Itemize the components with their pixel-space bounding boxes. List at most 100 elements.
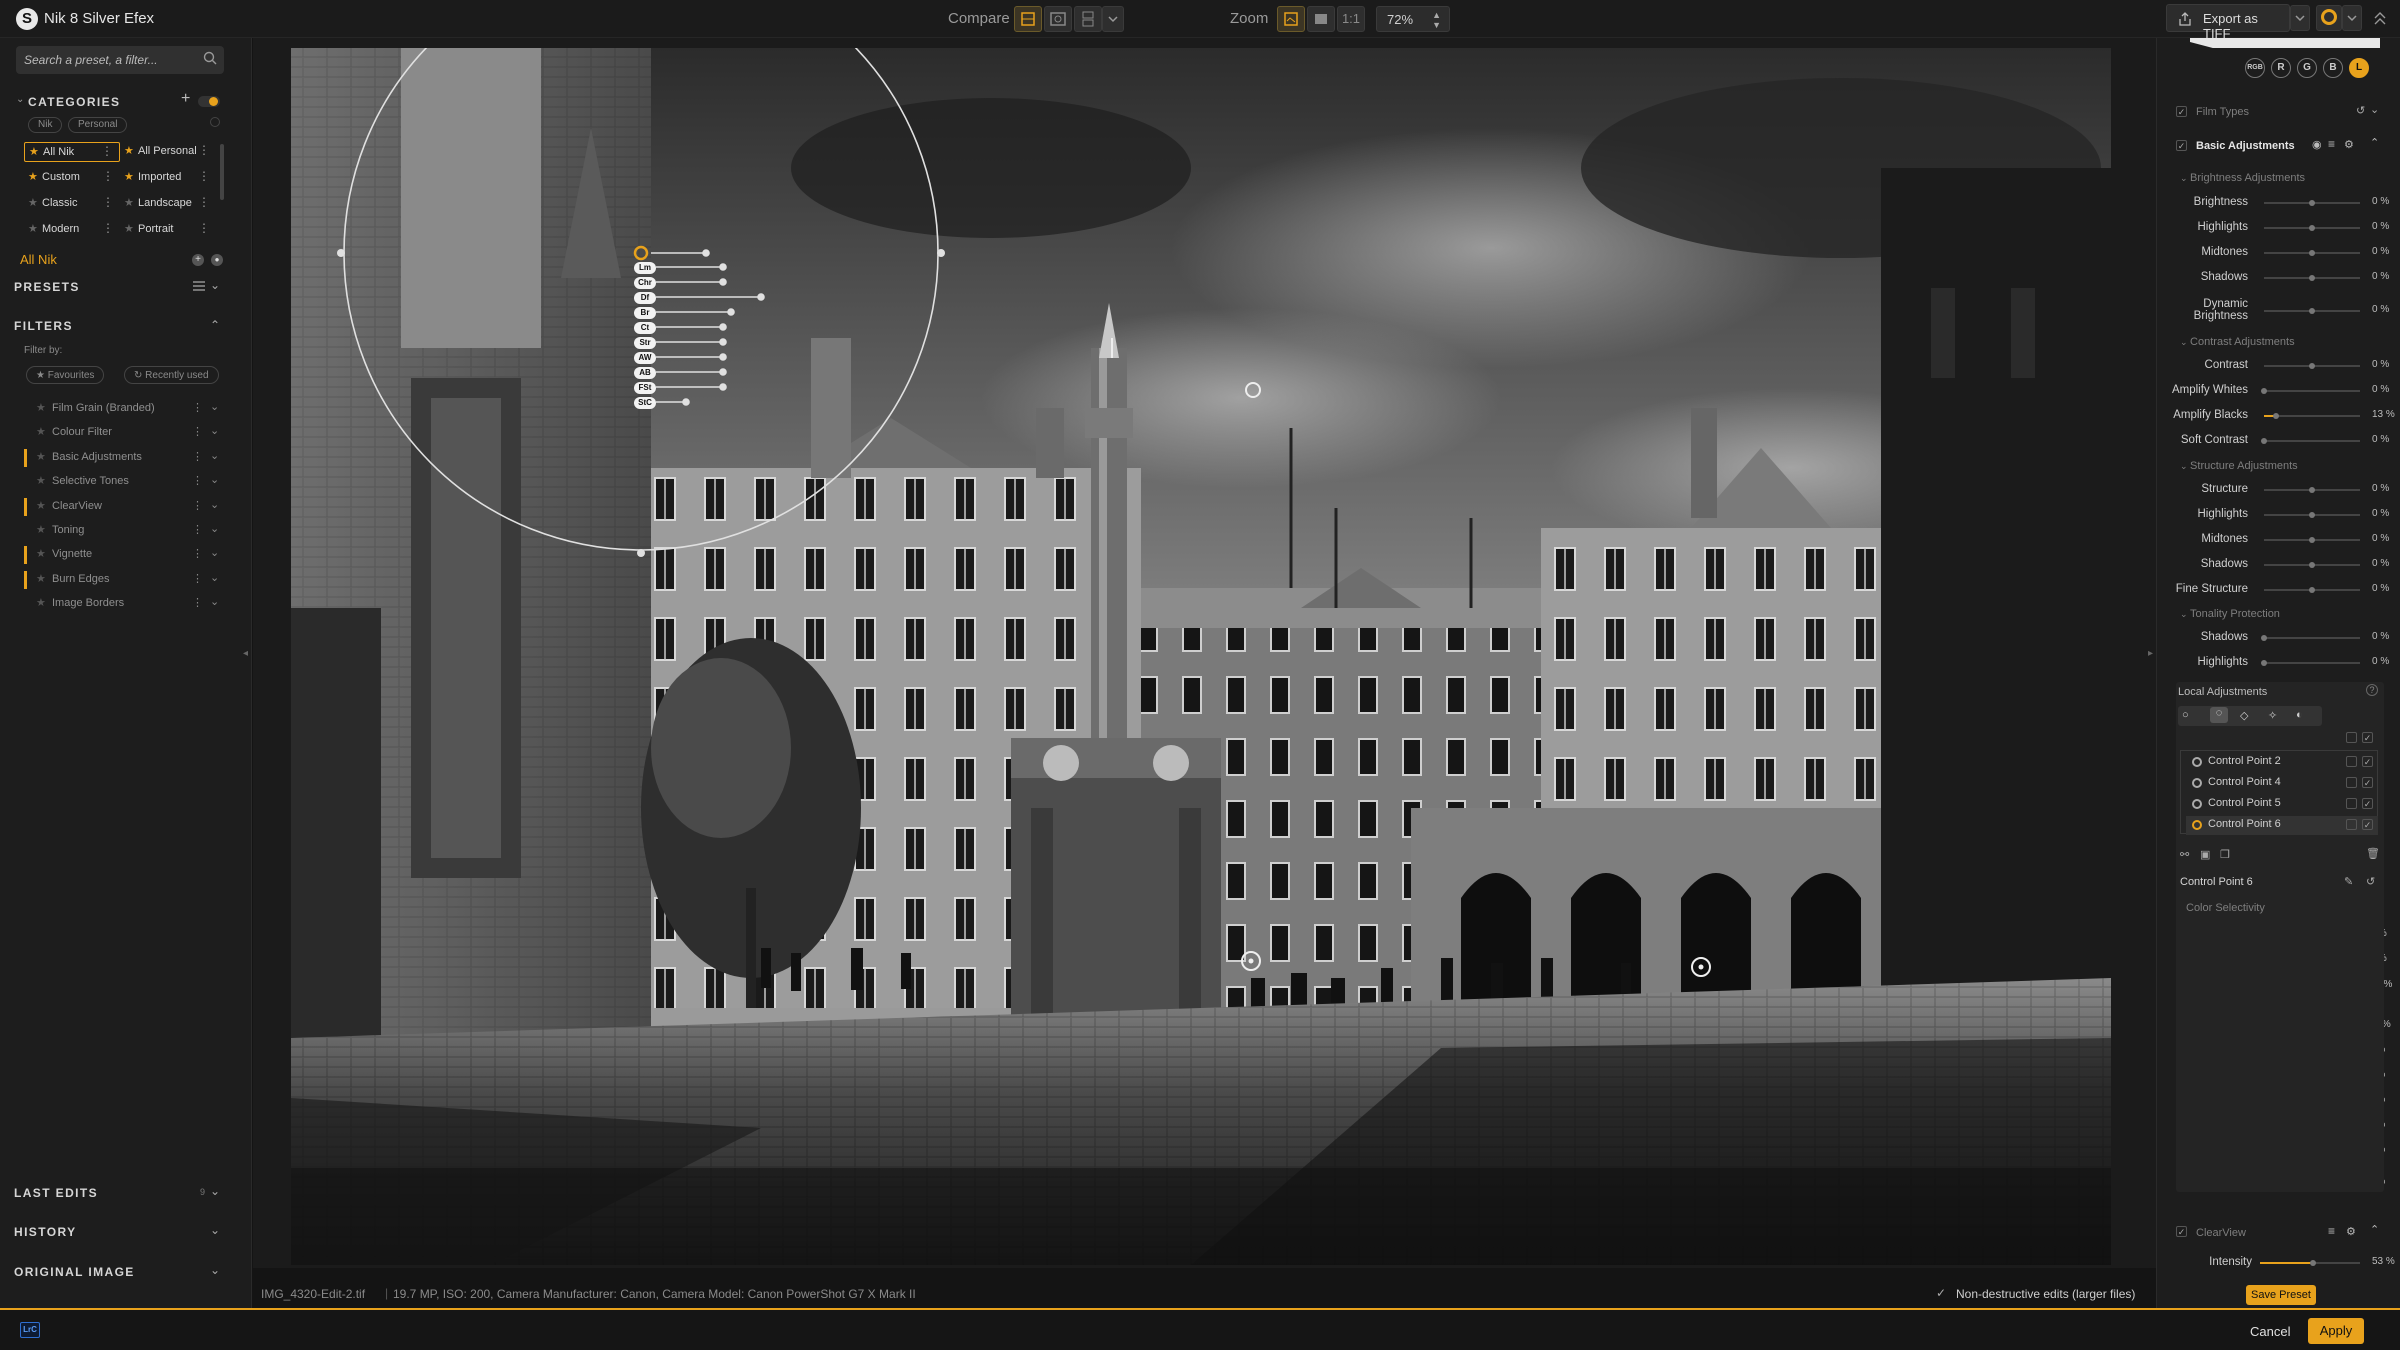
slider-handle[interactable] [2261,438,2267,444]
slider-track[interactable] [2264,440,2360,442]
more-icon[interactable]: ⋮ [192,596,203,609]
filter-item[interactable]: ★ Burn Edges ⋮ ⌄ [24,569,226,591]
slider-handle[interactable] [2309,487,2315,493]
filter-item[interactable]: ★ Basic Adjustments ⋮ ⌄ [24,447,226,469]
more-icon[interactable]: ⋮ [102,169,114,183]
more-icon[interactable]: ⋮ [192,474,203,487]
save-preset-button[interactable]: Save Preset [2246,1285,2316,1305]
chevron-down-icon[interactable]: ⌄ [210,595,219,608]
star-icon[interactable]: ★ [36,572,46,585]
filter-item[interactable]: ★ ClearView ⋮ ⌄ [24,496,226,518]
star-icon[interactable]: ★ [36,596,46,609]
slider-track[interactable] [2264,637,2360,639]
non-destructive-checkbox-label[interactable]: Non-destructive edits (larger files) [1956,1287,2135,1301]
filter-item[interactable]: ★ Image Borders ⋮ ⌄ [26,593,226,615]
collapse-panel-button[interactable] [2372,8,2388,28]
import-preset-icon[interactable]: ● [211,254,223,266]
compare-side-by-side-button[interactable] [1074,6,1102,32]
link-icon[interactable]: ⚯ [2180,848,2189,861]
photo-preview[interactable] [291,48,2111,1265]
favourites-filter-pill[interactable]: ★ Favourites [26,366,105,384]
category-custom[interactable]: ★ Custom ⋮ [24,168,120,188]
channel-g-button[interactable]: G [2297,58,2317,78]
category-all-nik[interactable]: ★ All Nik ⋮ [24,142,120,162]
slider-track[interactable] [2264,390,2360,392]
star-icon[interactable]: ★ [36,450,46,463]
category-modern[interactable]: ★ Modern ⋮ [24,220,120,240]
slider-handle[interactable] [2309,512,2315,518]
enable-checkbox[interactable]: ✓ [2362,777,2373,788]
category-imported[interactable]: ★ Imported ⋮ [120,168,216,188]
chevron-up-icon[interactable]: ⌃ [2370,1223,2379,1236]
category-classic[interactable]: ★ Classic ⋮ [24,194,120,214]
channel-l-button[interactable]: L [2349,58,2369,78]
chevron-down-icon[interactable]: ⌄ [210,571,219,584]
star-icon[interactable]: ★ [36,547,46,560]
compare-split-view-button[interactable] [1044,6,1072,32]
control-point-slider-tag[interactable]: AW [634,352,656,364]
enable-checkbox[interactable]: ✓ [2362,798,2373,809]
chevron-down-icon[interactable]: ⌄ [2370,103,2379,116]
preset-search-input[interactable]: Search a preset, a filter... [16,46,224,74]
compare-options-dropdown[interactable] [1102,6,1124,32]
tab-personal[interactable]: Personal [68,117,128,133]
collapse-left-panel-icon[interactable]: ◂ [243,648,248,659]
filter-item[interactable]: ★ Film Grain (Branded) ⋮ ⌄ [26,398,226,420]
chevron-down-icon[interactable]: ⌄ [210,522,219,535]
group-heading[interactable]: ⌄ Tonality Protection [2180,608,2280,620]
more-icon[interactable]: ⋮ [192,572,203,585]
more-icon[interactable]: ⋮ [101,144,113,158]
add-preset-icon[interactable]: + [192,254,204,266]
loupe-options-dropdown[interactable] [2342,5,2362,31]
basic-adjustments-checkbox[interactable]: ✓ [2176,140,2187,151]
slider-handle[interactable] [2309,225,2315,231]
slider-handle[interactable] [2309,562,2315,568]
reset-icon[interactable]: ↺ [2366,875,2375,888]
group-heading[interactable]: ⌄ Structure Adjustments [2180,460,2298,472]
control-point-slider-tag[interactable]: Df [634,292,656,304]
slider-track[interactable] [2264,662,2360,664]
slider-handle[interactable] [2309,587,2315,593]
category-portrait[interactable]: ★ Portrait ⋮ [120,220,216,240]
mask-toggle-checkbox[interactable] [2346,819,2357,830]
help-icon[interactable]: ? [2366,684,2378,696]
control-point-slider-tag[interactable]: Ct [634,322,656,334]
zoom-fit-button[interactable] [1277,6,1305,32]
enable-all-checkbox[interactable]: ✓ [2362,732,2373,743]
compare-single-view-button[interactable] [1014,6,1042,32]
control-point-row[interactable]: Control Point 5 ✓ [2186,795,2378,814]
slider-handle[interactable] [2309,250,2315,256]
more-icon[interactable]: ⋮ [198,169,210,183]
slider-handle[interactable] [2310,1260,2316,1266]
mask-toggle-checkbox[interactable] [2346,777,2357,788]
slider-handle[interactable] [2309,275,2315,281]
star-icon[interactable]: ★ [36,499,46,512]
list-icon[interactable] [192,280,206,292]
categories-toggle[interactable] [198,96,220,107]
group-heading[interactable]: ⌄ Brightness Adjustments [2180,172,2305,184]
slider-handle[interactable] [2309,537,2315,543]
chevron-up-icon[interactable]: ⌃ [2370,136,2379,149]
more-icon[interactable]: ⋮ [198,143,210,157]
more-icon[interactable]: ⋮ [192,523,203,536]
more-icon[interactable]: ⋮ [198,221,210,235]
chevron-down-icon[interactable]: ⌄ [210,1263,220,1277]
filter-item[interactable]: ★ Selective Tones ⋮ ⌄ [26,471,226,493]
control-point-slider-tag[interactable]: Str [634,337,656,349]
export-format-dropdown[interactable] [2290,5,2310,31]
zoom-level-select[interactable]: 72% ▲ ▼ [1376,6,1450,32]
more-icon[interactable]: ⋮ [192,499,203,512]
more-icon[interactable]: ⋮ [192,425,203,438]
control-point-row[interactable]: Control Point 2 ✓ [2186,753,2378,772]
show-masks-checkbox[interactable] [2346,732,2357,743]
slider-handle[interactable] [2261,388,2267,394]
category-landscape[interactable]: ★ Landscape ⋮ [120,194,216,214]
more-icon[interactable]: ⋮ [192,547,203,560]
chevron-down-icon[interactable]: ⌄ [210,546,219,559]
slider-handle[interactable] [2309,308,2315,314]
control-point-slider-tag[interactable]: StC [634,397,656,409]
filter-item[interactable]: ★ Vignette ⋮ ⌄ [24,544,226,566]
control-point-slider-tag[interactable]: Lm [634,262,656,274]
chevron-down-icon[interactable]: ⌄ [210,424,219,437]
star-icon[interactable]: ★ [36,523,46,536]
